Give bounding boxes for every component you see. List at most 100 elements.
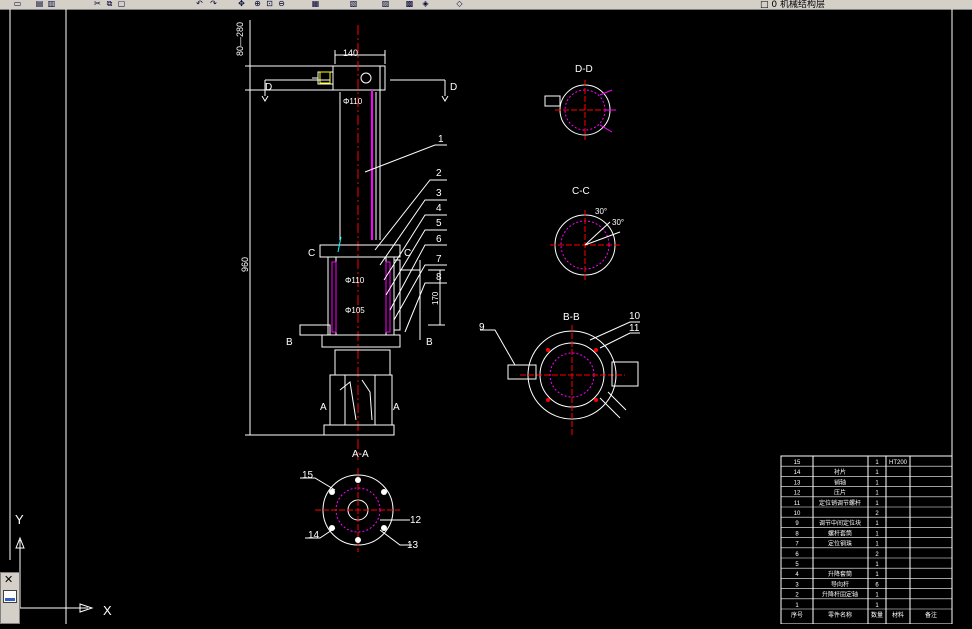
bom-cell-name: 压片 — [834, 489, 846, 497]
bom-cell-name: 升降套筒 — [828, 570, 852, 578]
print-icon[interactable]: ▥ — [46, 0, 57, 8]
bom-cell-name: 升降杆固定轴 — [822, 591, 858, 599]
drawing-canvas[interactable]: 80—280 140 960 D D Φ110 C C Φ110 Φ105 B … — [0, 9, 972, 625]
bom-cell-no: 11 — [794, 501, 801, 507]
bom-cell-no: 10 — [794, 511, 801, 517]
section-view-bb: B-B 9 10 11 — [479, 311, 641, 435]
tool-palette-icon[interactable]: ▨ — [380, 0, 391, 8]
balloon-5: 5 — [436, 218, 442, 229]
save-icon[interactable]: ▤ — [34, 0, 45, 8]
open-icon[interactable]: ▭ — [12, 0, 23, 8]
pan-icon[interactable]: ✥ — [236, 0, 247, 8]
bom-cell-no: 13 — [794, 480, 801, 486]
bom-cell-name: 调节中间定位块 — [819, 519, 861, 527]
main-assembly-view: 80—280 140 960 D D Φ110 C C Φ110 Φ105 B … — [235, 20, 457, 460]
bom-cell-no: 1 — [795, 603, 799, 609]
cut-label-c-right: C — [404, 248, 411, 259]
bom-cell-no: 3 — [795, 582, 799, 588]
bom-cell-qty: 1 — [875, 593, 879, 599]
diameter-label-low: Φ105 — [345, 306, 365, 315]
zoom-previous-icon[interactable]: ⊖ — [276, 0, 287, 8]
cut-icon[interactable]: ✂ — [92, 0, 103, 8]
cut-label-b-right: B — [426, 337, 433, 348]
bom-cell-qty: 1 — [875, 480, 879, 486]
bom-cell-no: 15 — [794, 460, 801, 466]
bom-cell-qty: 1 — [875, 491, 879, 497]
balloon-1: 1 — [438, 134, 444, 145]
balloon-12: 12 — [410, 515, 422, 526]
diameter-label-top: Φ110 — [343, 97, 363, 106]
dimension-170: 170 — [431, 291, 440, 305]
layer-state-icon[interactable]: ◇ — [454, 0, 465, 8]
redo-icon[interactable]: ↷ — [208, 0, 219, 8]
cut-label-d-right: D — [450, 82, 457, 93]
bom-cell-qty: 1 — [875, 460, 879, 466]
bom-header-qty: 数量 — [871, 611, 883, 619]
palette-properties-icon[interactable] — [3, 590, 17, 603]
bom-cell-mat: HT200 — [889, 460, 908, 466]
dimension-80-280: 80—280 — [235, 22, 245, 56]
bom-cell-no: 8 — [795, 531, 799, 537]
drawing-svg: 80—280 140 960 D D Φ110 C C Φ110 Φ105 B … — [9, 9, 953, 625]
calculator-icon[interactable]: ▩ — [404, 0, 415, 8]
bom-cell-name: 导向杆 — [831, 580, 849, 588]
section-view-aa: A-A 15 12 13 14 — [300, 449, 422, 552]
view-label-aa: A-A — [352, 449, 369, 460]
bom-header-note: 备注 — [925, 611, 937, 619]
balloon-7: 7 — [436, 254, 442, 265]
bom-cell-qty: 2 — [875, 511, 879, 517]
bom-cell-qty: 1 — [875, 603, 879, 609]
section-view-dd: D-D — [544, 64, 616, 140]
bom-header-name: 零件名称 — [828, 611, 852, 619]
tool-palette-panel[interactable]: ✕ — [0, 572, 20, 624]
angle-label-b: 30° — [612, 218, 624, 227]
balloon-10: 10 — [629, 311, 641, 322]
zoom-realtime-icon[interactable]: ⊕ — [252, 0, 263, 8]
balloon-8: 8 — [436, 272, 442, 283]
cut-label-c-left: C — [308, 248, 315, 259]
ucs-icon: Y X — [15, 512, 112, 618]
bom-cell-qty: 6 — [875, 582, 879, 588]
dimension-960: 960 — [240, 257, 250, 272]
balloon-6: 6 — [436, 234, 442, 245]
bom-cell-name: 衬片 — [834, 468, 846, 476]
balloon-15: 15 — [302, 470, 314, 481]
bom-cell-qty: 1 — [875, 521, 879, 527]
bom-cell-qty: 1 — [875, 572, 879, 578]
balloon-3: 3 — [436, 188, 442, 199]
bom-cell-name: 销轴 — [834, 478, 846, 486]
bom-cell-no: 14 — [794, 470, 801, 476]
balloon-14: 14 — [308, 530, 320, 541]
bill-of-materials: 15 1 HT20014 衬片 113 销轴 112 压片 111 定位销调节螺杆 110 29 调节中… — [780, 455, 953, 625]
design-center-icon[interactable]: ▧ — [348, 0, 359, 8]
bom-cell-name: 螺杆套筒 — [828, 529, 852, 537]
cut-label-b-left: B — [286, 337, 293, 348]
bom-cell-qty: 1 — [875, 562, 879, 568]
view-label-cc: C-C — [572, 186, 590, 197]
bom-cell-qty: 1 — [875, 501, 879, 507]
bom-cell-qty: 1 — [875, 470, 879, 476]
balloon-2: 2 — [436, 168, 442, 179]
bom-cell-no: 6 — [795, 552, 799, 558]
balloon-4: 4 — [436, 203, 442, 214]
bom-cell-no: 5 — [795, 562, 799, 568]
properties-icon[interactable]: ▦ — [310, 0, 321, 8]
dimension-140: 140 — [343, 48, 358, 58]
copy-icon[interactable]: ⧉ — [104, 0, 115, 8]
bom-cell-qty: 1 — [875, 531, 879, 537]
bom-cell-no: 2 — [795, 593, 799, 599]
undo-icon[interactable]: ↶ — [194, 0, 205, 8]
zoom-window-icon[interactable]: ⊡ — [264, 0, 275, 8]
bom-header-no: 序号 — [791, 611, 803, 619]
bom-cell-no: 4 — [795, 572, 799, 578]
paste-icon[interactable]: ▢ — [116, 0, 127, 8]
ucs-x-label: X — [103, 603, 112, 618]
bom-header-mat: 材料 — [892, 611, 904, 619]
view-label-bb: B-B — [563, 312, 580, 323]
close-icon[interactable]: ✕ — [4, 573, 13, 586]
layers-icon[interactable]: ◈ — [420, 0, 431, 8]
drawing-frame — [9, 9, 953, 624]
angle-label-a: 30° — [595, 207, 607, 216]
bom-cell-no: 7 — [795, 542, 799, 548]
bom-cell-name: 定位销调节螺杆 — [819, 499, 861, 507]
